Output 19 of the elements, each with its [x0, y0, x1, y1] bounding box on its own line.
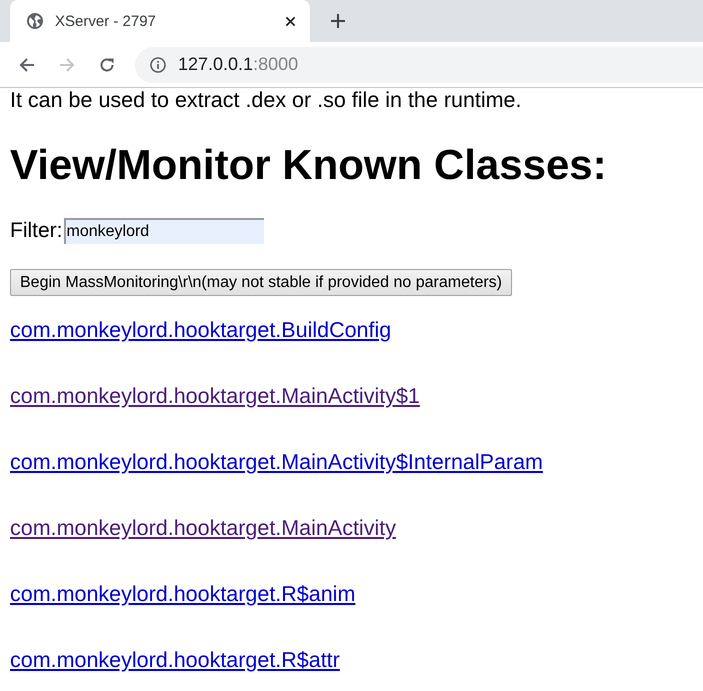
reload-icon[interactable]	[99, 56, 115, 72]
back-arrow-icon[interactable]	[19, 56, 35, 72]
new-tab-icon[interactable]	[331, 14, 345, 28]
browser-tab[interactable]: XServer - 2797	[10, 0, 310, 42]
class-link[interactable]: com.monkeylord.hooktarget.R$anim	[10, 582, 356, 606]
filter-field[interactable]: monkeylord	[64, 218, 264, 244]
class-link[interactable]: com.monkeylord.hooktarget.MainActivity$InternalParam	[10, 450, 543, 474]
class-link[interactable]: com.monkeylord.hooktarget.MainActivity$1	[10, 384, 420, 408]
class-link[interactable]: com.monkeylord.hooktarget.BuildConfig	[10, 318, 392, 342]
intro-text: It can be used to extract .dex or .so file in the runtime.	[10, 88, 522, 112]
begin-monitoring-button[interactable]: Begin MassMonitoring\r\n(may not stable if provided no parameters)	[10, 269, 512, 296]
address-bar[interactable]: 127.0.0.1:8000	[135, 46, 703, 82]
class-link[interactable]: com.monkeylord.hooktarget.R$attr	[10, 648, 340, 672]
filter-label: Filter:	[10, 219, 62, 243]
globe-icon	[27, 13, 43, 29]
info-icon[interactable]	[150, 56, 166, 72]
page-heading: View/Monitor Known Classes:	[10, 141, 608, 189]
close-icon[interactable]	[285, 16, 296, 26]
class-link[interactable]: com.monkeylord.hooktarget.MainActivity	[10, 516, 396, 540]
